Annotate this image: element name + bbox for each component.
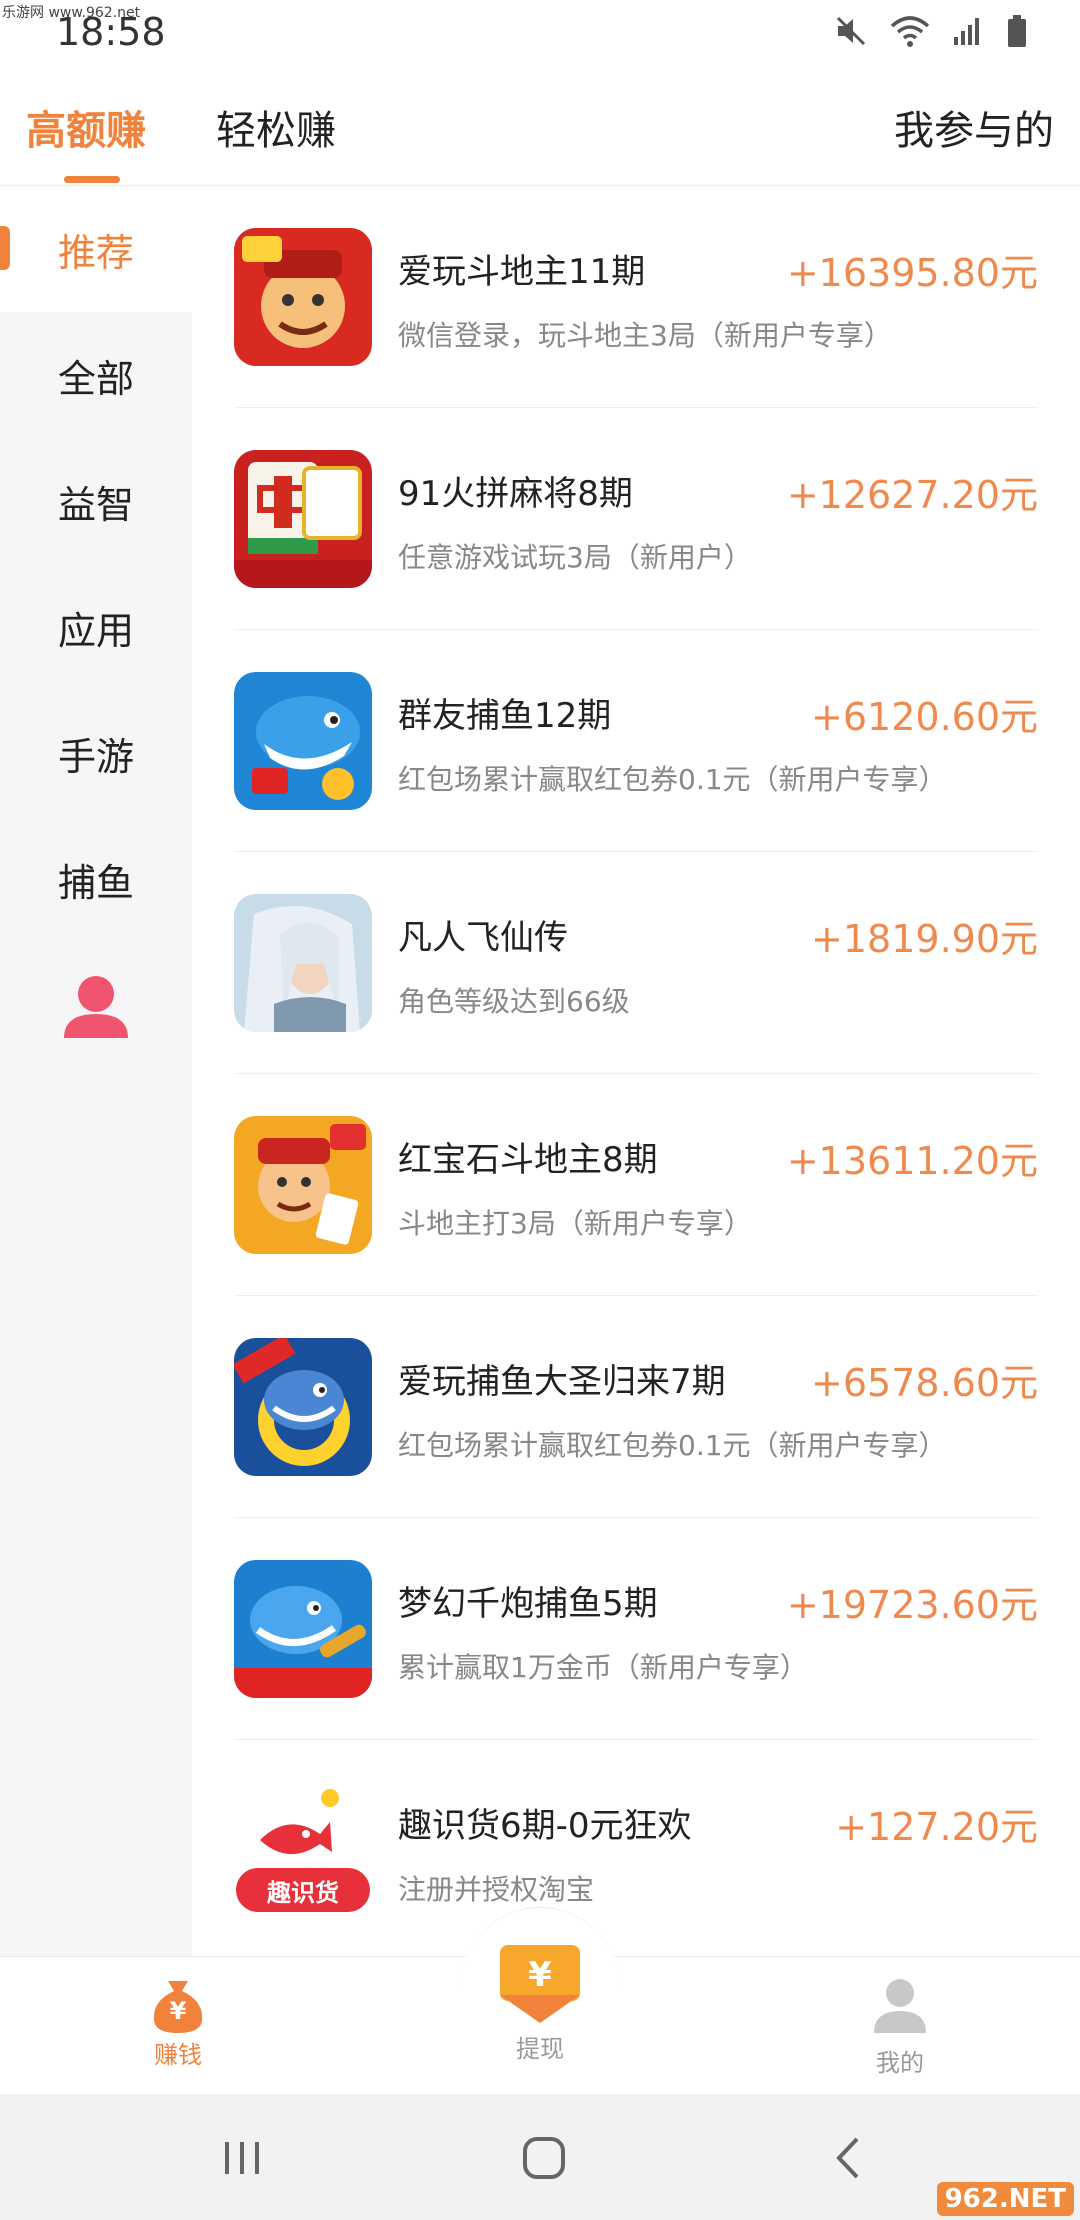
immortal-icon (234, 894, 372, 1032)
task-reward: +13611.20元 (786, 1139, 1038, 1183)
status-bar: 乐游网 www.962.net 18:58 (0, 0, 1080, 68)
list-item[interactable]: 91火拼麻将8期 任意游戏试玩3局（新用户） +12627.20元 (192, 408, 1080, 630)
task-subtitle: 累计赢取1万金币（新用户专享） (398, 1651, 808, 1684)
task-title: 91火拼麻将8期 (398, 474, 633, 514)
sidebar-item-label: 推荐 (57, 230, 134, 275)
active-tab-indicator (64, 176, 120, 183)
signal-icon (952, 15, 984, 51)
status-icons (834, 14, 1028, 52)
money-glyph: ¥ (169, 1997, 187, 2025)
mahjong-icon (234, 450, 372, 588)
task-list: 爱玩斗地主11期 微信登录，玩斗地主3局（新用户专享） +16395.80元 9… (192, 186, 1080, 1956)
task-subtitle: 微信登录，玩斗地主3局（新用户专享） (398, 319, 892, 352)
user-icon[interactable] (62, 974, 130, 1040)
tab-easy-earn[interactable]: 轻松赚 (216, 98, 336, 156)
battery-icon (1006, 14, 1028, 52)
system-nav-bar: 962.NET (0, 2094, 1080, 2220)
task-reward: +127.20元 (835, 1805, 1038, 1849)
task-subtitle: 红包场累计赢取红包券0.1元（新用户专享） (398, 763, 947, 796)
wifi-icon (890, 14, 930, 52)
sidebar-item-label: 捕鱼 (57, 860, 134, 905)
sidebar-item-label: 益智 (57, 482, 134, 527)
list-item[interactable]: 梦幻千炮捕鱼5期 累计赢取1万金币（新用户专享） +19723.60元 (192, 1518, 1080, 1740)
task-subtitle: 红包场累计赢取红包券0.1元（新用户专享） (398, 1429, 947, 1462)
list-item[interactable]: 红宝石斗地主8期 斗地主打3局（新用户专享） +13611.20元 (192, 1074, 1080, 1296)
qushihuo-icon-label: 趣识货 (267, 1878, 339, 1907)
profile-icon (872, 1977, 928, 2039)
nav-earn-label: 赚钱 (154, 2041, 202, 2069)
sidebar-item-label: 手游 (57, 734, 134, 779)
doudizhu-icon (234, 228, 372, 366)
task-subtitle: 角色等级达到66级 (398, 985, 630, 1018)
sidebar-item-label: 应用 (57, 608, 134, 653)
sidebar-item-recommended[interactable]: 推荐 (0, 186, 192, 312)
nav-earn[interactable]: ¥ 赚钱 (98, 1977, 258, 2070)
sidebar-active-marker (0, 226, 10, 270)
task-reward: +19723.60元 (786, 1583, 1038, 1627)
task-title: 爱玩捕鱼大圣归来7期 (398, 1362, 726, 1402)
fishing-3d-icon (234, 1338, 372, 1476)
task-reward: +12627.20元 (786, 473, 1038, 517)
task-subtitle: 斗地主打3局（新用户专享） (398, 1207, 752, 1240)
tab-high-earn[interactable]: 高额赚 (26, 98, 146, 156)
task-subtitle: 任意游戏试玩3局（新用户） (398, 541, 752, 574)
nav-mine-label: 我的 (876, 2049, 924, 2077)
ruby-doudizhu-icon (234, 1116, 372, 1254)
sidebar-item-label: 全部 (57, 356, 134, 401)
sidebar-item-apps[interactable]: 应用 (0, 564, 192, 690)
task-title: 梦幻千炮捕鱼5期 (398, 1584, 658, 1624)
my-participation-link[interactable]: 我参与的 (894, 98, 1054, 156)
task-reward: +6120.60元 (811, 695, 1038, 739)
task-reward: +1819.90元 (811, 917, 1038, 961)
task-subtitle: 注册并授权淘宝 (398, 1873, 595, 1906)
nav-mine[interactable]: 我的 (820, 1977, 980, 2078)
list-item[interactable]: 群友捕鱼12期 红包场累计赢取红包券0.1元（新用户专享） +6120.60元 (192, 630, 1080, 852)
list-item[interactable]: 爱玩斗地主11期 微信登录，玩斗地主3局（新用户专享） +16395.80元 (192, 186, 1080, 408)
bottom-watermark: 962.NET (936, 2182, 1074, 2216)
list-item[interactable]: 趣识货 趣识货6期-0元狂欢 注册并授权淘宝 +127.20元 (192, 1740, 1080, 1956)
task-title: 群友捕鱼12期 (398, 696, 612, 736)
home-icon[interactable] (514, 2130, 574, 2186)
task-title: 红宝石斗地主8期 (398, 1140, 658, 1180)
task-reward: +6578.60元 (811, 1361, 1038, 1405)
bottom-nav: ¥ 赚钱 ¥ 提现 我的 (0, 1907, 1080, 2094)
cannon-fish-icon (234, 1560, 372, 1698)
recents-icon[interactable] (212, 2130, 272, 2186)
task-title: 爱玩斗地主11期 (398, 252, 646, 292)
qushihuo-icon: 趣识货 (234, 1782, 372, 1920)
sidebar-item-puzzle[interactable]: 益智 (0, 438, 192, 564)
sidebar-item-mobile-games[interactable]: 手游 (0, 690, 192, 816)
nav-withdraw-label: 提现 (516, 2035, 564, 2063)
status-time: 18:58 (56, 10, 166, 54)
sidebar-item-fishing[interactable]: 捕鱼 (0, 816, 192, 942)
task-title: 趣识货6期-0元狂欢 (398, 1806, 692, 1846)
task-reward: +16395.80元 (786, 251, 1038, 295)
withdraw-glyph: ¥ (528, 1955, 552, 1995)
sidebar-item-all[interactable]: 全部 (0, 312, 192, 438)
list-item[interactable]: 凡人飞仙传 角色等级达到66级 +1819.90元 (192, 852, 1080, 1074)
shark-icon (234, 672, 372, 810)
back-icon[interactable] (818, 2130, 878, 2186)
mute-icon (834, 14, 868, 52)
nav-withdraw[interactable]: ¥ 提现 (460, 1945, 620, 2064)
top-tab-bar: 高额赚 轻松赚 我参与的 (0, 68, 1080, 186)
list-item[interactable]: 爱玩捕鱼大圣归来7期 红包场累计赢取红包券0.1元（新用户专享） +6578.6… (192, 1296, 1080, 1518)
category-sidebar: 推荐 全部 益智 应用 手游 捕鱼 (0, 186, 192, 1956)
task-title: 凡人飞仙传 (398, 918, 568, 958)
